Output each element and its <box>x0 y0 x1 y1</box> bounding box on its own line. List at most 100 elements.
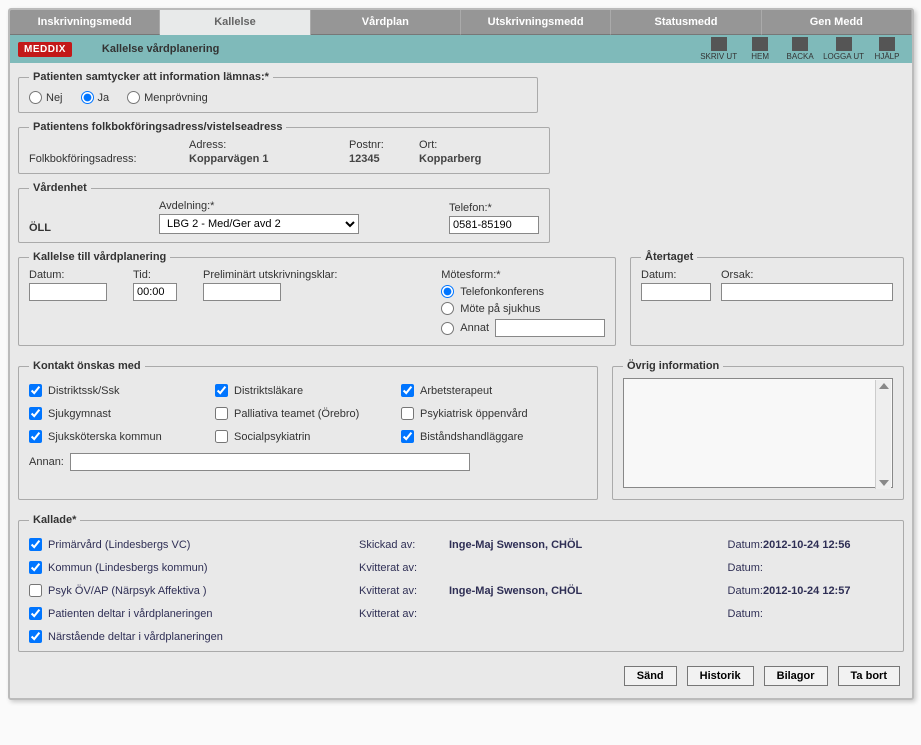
kontakt-annan-input[interactable] <box>70 453 470 471</box>
kallelse-prel-input[interactable] <box>203 283 281 301</box>
tab-vardplan[interactable]: Vårdplan <box>311 10 461 35</box>
consent-ja[interactable]: Ja <box>81 91 110 104</box>
kontakt-check-palliativa-teamet-rebro-[interactable]: Palliativa teamet (Örebro) <box>215 407 385 420</box>
kallade-dlbl-0: Datum: <box>709 539 763 551</box>
kontakt-legend: Kontakt önskas med <box>29 360 145 372</box>
kallelse-datum-input[interactable] <box>29 283 107 301</box>
app-frame: Inskrivningsmedd Kallelse Vårdplan Utskr… <box>8 8 914 700</box>
tab-inskrivning[interactable]: Inskrivningsmedd <box>10 10 160 35</box>
atertaget-orsak-input[interactable] <box>721 283 893 301</box>
help-icon <box>879 37 895 51</box>
vardenhet-avd-select[interactable]: LBG 2 - Med/Ger avd 2 <box>159 214 359 234</box>
vardenhet-tel-input[interactable] <box>449 216 539 234</box>
tab-bar: Inskrivningsmedd Kallelse Vårdplan Utskr… <box>10 10 912 35</box>
kallade-check-4[interactable]: Närstående deltar i vårdplaneringen <box>29 630 359 643</box>
tab-kallelse[interactable]: Kallelse <box>160 10 310 35</box>
form-body: Patienten samtycker att information lämn… <box>10 63 912 698</box>
header-tools: SKRIV UT HEM BACKA LOGGA UT HJÄLP <box>700 37 904 61</box>
kallade-dval-0: 2012-10-24 12:56 <box>763 539 893 551</box>
tab-utskrivning[interactable]: Utskrivningsmedd <box>461 10 611 35</box>
kallade-kvlbl-3: Kvitterat av: <box>359 608 449 620</box>
kontakt-check-socialpsykiatrin[interactable]: Socialpsykiatrin <box>215 430 385 443</box>
kontakt-check-bist-ndshandl-ggare[interactable]: Biståndshandläggare <box>401 430 571 443</box>
kallelse-mf-lbl: Mötesform:* <box>441 269 605 281</box>
consent-nej[interactable]: Nej <box>29 91 63 104</box>
kallade-check-1[interactable]: Kommun (Lindesbergs kommun) <box>29 561 359 574</box>
kallade-dval-2: 2012-10-24 12:57 <box>763 585 893 597</box>
kallelse-legend: Kallelse till vårdplanering <box>29 251 170 263</box>
kallade-kvlbl-0: Skickad av: <box>359 539 449 551</box>
kallade-kvlbl-2: Kvitterat av: <box>359 585 449 597</box>
kallelse-fieldset: Kallelse till vårdplanering Datum: Tid: … <box>18 251 616 346</box>
printer-icon <box>711 37 727 51</box>
ovrig-legend: Övrig information <box>623 360 723 372</box>
kallelse-tid-lbl: Tid: <box>133 269 177 281</box>
atertaget-datum-input[interactable] <box>641 283 711 301</box>
mf-mote[interactable]: Möte på sjukhus <box>441 302 605 315</box>
tool-home[interactable]: HEM <box>743 37 777 61</box>
mf-annat-input[interactable] <box>495 319 605 337</box>
kontakt-fieldset: Kontakt önskas med Distriktssk/Ssk Sjukgy… <box>18 360 598 500</box>
tab-statusmedd[interactable]: Statusmedd <box>611 10 761 35</box>
kallade-kvlbl-1: Kvitterat av: <box>359 562 449 574</box>
tool-print[interactable]: SKRIV UT <box>700 37 737 61</box>
kallade-dlbl-3: Datum: <box>709 608 763 620</box>
ovrig-textarea[interactable] <box>623 378 893 488</box>
kontakt-check-arbetsterapeut[interactable]: Arbetsterapeut <box>401 384 571 397</box>
folk-h-postnr: Postnr: <box>349 139 419 151</box>
atertaget-orsak-lbl: Orsak: <box>721 269 893 281</box>
historik-button[interactable]: Historik <box>687 666 754 686</box>
consent-fieldset: Patienten samtycker att information lämn… <box>18 71 538 113</box>
mf-tele[interactable]: Telefonkonferens <box>441 285 605 298</box>
kontakt-check-distriktsl-kare[interactable]: Distriktsläkare <box>215 384 385 397</box>
home-icon <box>752 37 768 51</box>
kallelse-prel-lbl: Preliminärt utskrivningsklar: <box>203 269 337 281</box>
mf-annat[interactable]: Annat <box>441 319 605 337</box>
kallade-kvval-2: Inge-Maj Swenson, CHÖL <box>449 585 709 597</box>
vardenhet-fieldset: Vårdenhet ÖLL Avdelning:* LBG 2 - Med/Ge… <box>18 182 550 243</box>
kallade-check-2[interactable]: Psyk ÖV/AP (Närpsyk Affektiva ) <box>29 584 359 597</box>
page-title: Kallelse vårdplanering <box>102 43 219 55</box>
consent-legend: Patienten samtycker att information lämn… <box>29 71 273 83</box>
logo-badge: MEDDIX <box>18 42 72 57</box>
consent-men[interactable]: Menprövning <box>127 91 208 104</box>
consent-radios: Nej Ja Menprövning <box>29 91 527 104</box>
atertaget-legend: Återtaget <box>641 251 697 263</box>
vardenhet-legend: Vårdenhet <box>29 182 91 194</box>
atertaget-fieldset: Återtaget Datum: Orsak: <box>630 251 904 346</box>
folk-ort: Kopparberg <box>419 153 539 165</box>
kallade-legend: Kallade* <box>29 514 80 526</box>
kallade-dlbl-1: Datum: <box>709 562 763 574</box>
kallelse-datum-lbl: Datum: <box>29 269 107 281</box>
tool-back[interactable]: BACKA <box>783 37 817 61</box>
vardenhet-tel-lbl: Telefon:* <box>449 202 539 214</box>
footer-buttons: Sänd Historik Bilagor Ta bort <box>18 660 904 690</box>
folk-h-adress: Adress: <box>189 139 349 151</box>
ovrig-fieldset: Övrig information <box>612 360 904 500</box>
atertaget-datum-lbl: Datum: <box>641 269 711 281</box>
tool-help[interactable]: HJÄLP <box>870 37 904 61</box>
kontakt-check-sjukgymnast[interactable]: Sjukgymnast <box>29 407 199 420</box>
door-icon <box>836 37 852 51</box>
tabort-button[interactable]: Ta bort <box>838 666 900 686</box>
vardenhet-enhet: ÖLL <box>29 222 51 234</box>
tab-genmedd[interactable]: Gen Medd <box>762 10 912 35</box>
send-button[interactable]: Sänd <box>624 666 677 686</box>
sub-header: MEDDIX Kallelse vårdplanering SKRIV UT H… <box>10 35 912 63</box>
kontakt-check-distriktssk-ssk[interactable]: Distriktssk/Ssk <box>29 384 199 397</box>
kallade-kvval-0: Inge-Maj Swenson, CHÖL <box>449 539 709 551</box>
bilagor-button[interactable]: Bilagor <box>764 666 828 686</box>
kallelse-tid-input[interactable] <box>133 283 177 301</box>
folk-legend: Patientens folkbokföringsadress/vistelse… <box>29 121 286 133</box>
vardenhet-avd-lbl: Avdelning:* <box>159 200 359 212</box>
folk-adress: Kopparvägen 1 <box>189 153 349 165</box>
folk-fieldset: Patientens folkbokföringsadress/vistelse… <box>18 121 550 174</box>
kallade-check-3[interactable]: Patienten deltar i vårdplaneringen <box>29 607 359 620</box>
kontakt-check-psykiatrisk-ppenv-rd[interactable]: Psykiatrisk öppenvård <box>401 407 571 420</box>
kallade-check-0[interactable]: Primärvård (Lindesbergs VC) <box>29 538 359 551</box>
folk-h-ort: Ort: <box>419 139 539 151</box>
kontakt-check-sjuksk-terska-kommun[interactable]: Sjuksköterska kommun <box>29 430 199 443</box>
kallade-dlbl-2: Datum: <box>709 585 763 597</box>
tool-logout[interactable]: LOGGA UT <box>823 37 864 61</box>
kontakt-annan-lbl: Annan: <box>29 456 64 468</box>
